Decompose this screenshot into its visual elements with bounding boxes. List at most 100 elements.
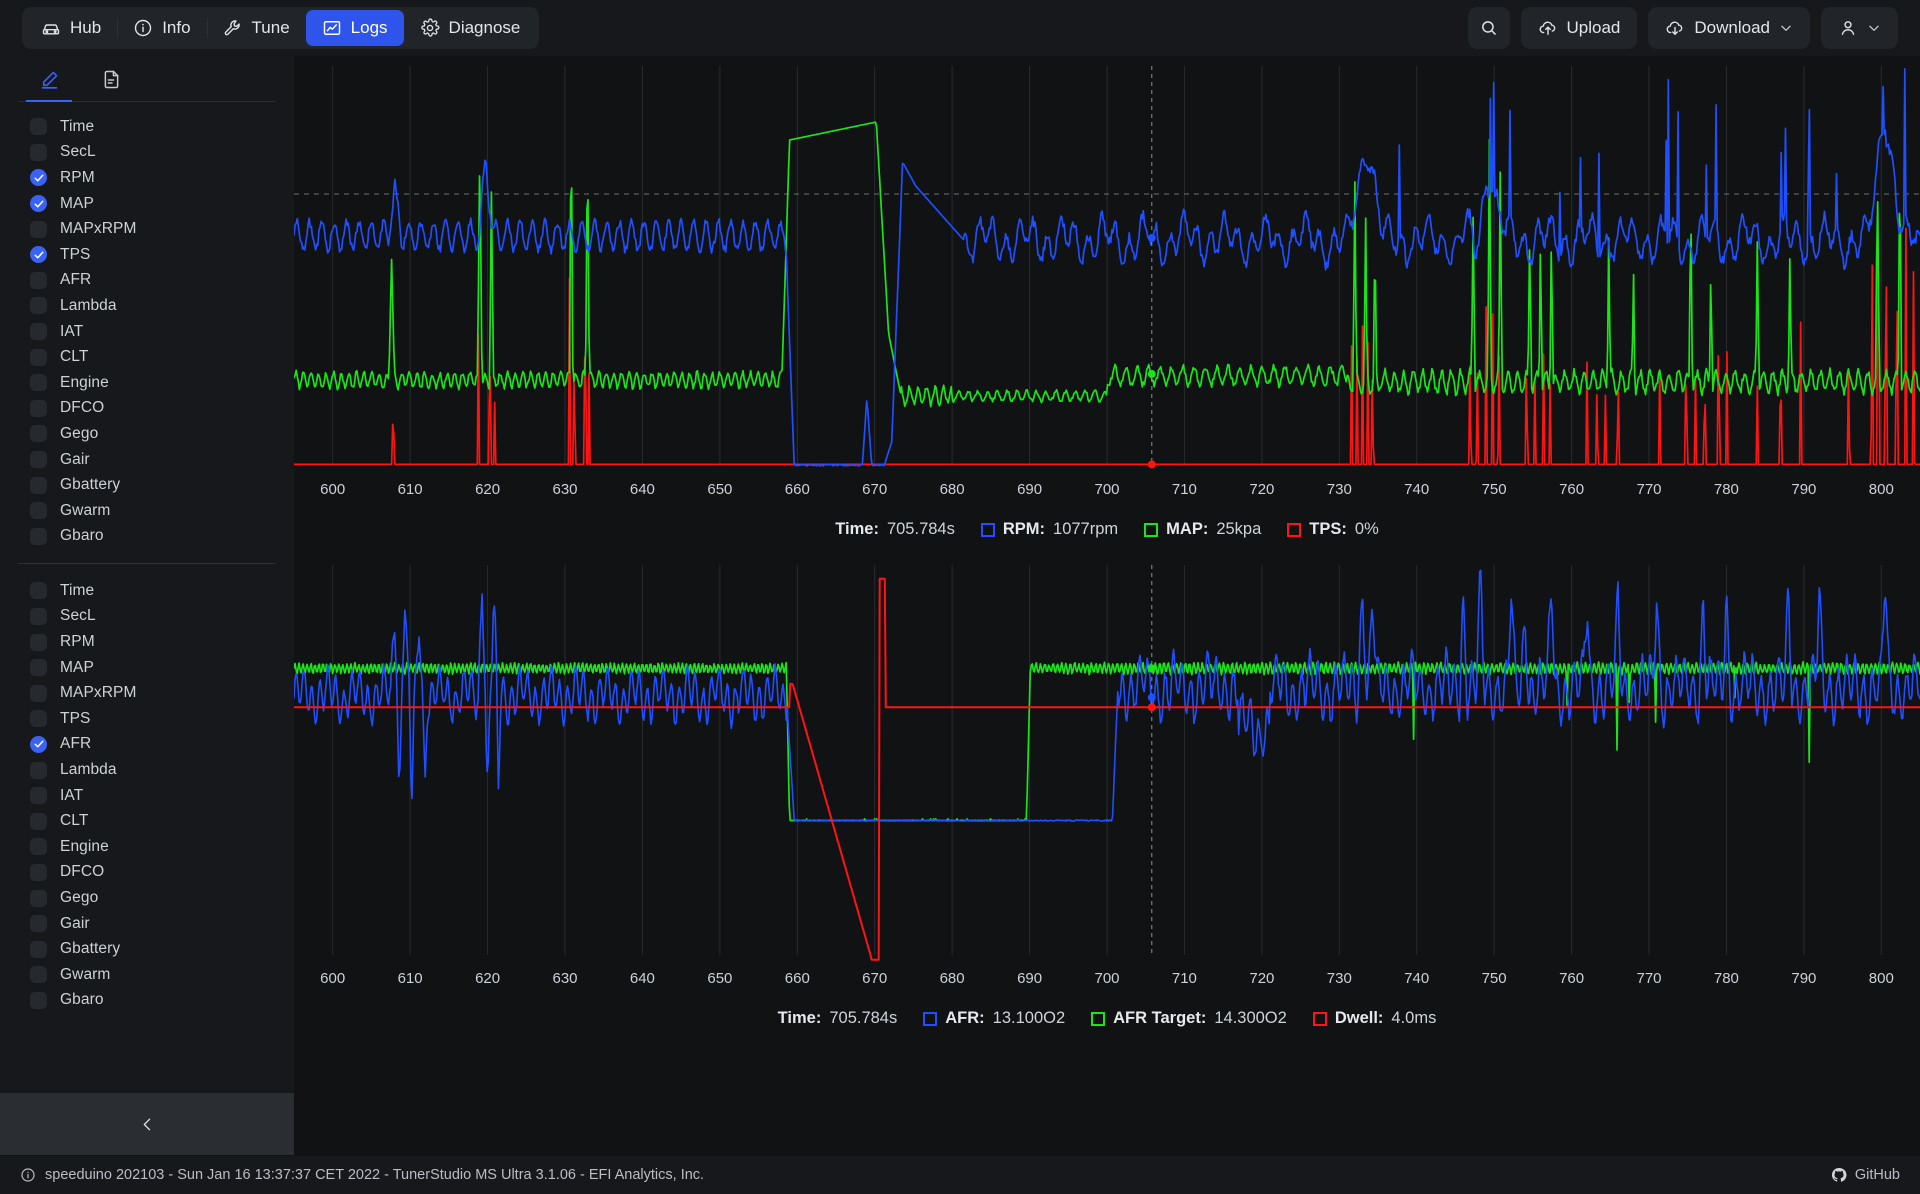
legend-item-map[interactable]: MAP: 25kpa [1144, 520, 1261, 539]
var-two-row-tps[interactable]: TPS [18, 706, 294, 732]
var-two-row-gbattery[interactable]: Gbattery [18, 936, 294, 962]
var-two-row-rpm[interactable]: RPM [18, 629, 294, 655]
var-one-row-secl[interactable]: SecL [18, 140, 294, 166]
checkbox-gbaro[interactable] [30, 527, 47, 545]
nav-item-tune[interactable]: Tune [206, 10, 306, 46]
checkbox-clt[interactable] [30, 348, 47, 366]
var-two-row-map[interactable]: MAP [18, 655, 294, 681]
checkbox-gbattery[interactable] [30, 476, 47, 494]
checkbox-time[interactable] [30, 118, 47, 136]
checkbox-engine[interactable] [30, 838, 47, 856]
nav-item-hub[interactable]: Hub [25, 10, 117, 46]
checkbox-clt[interactable] [30, 812, 47, 830]
checkbox-afr[interactable] [30, 735, 47, 753]
legend-item-afr[interactable]: AFR: 13.100O2 [923, 1009, 1065, 1028]
sidebar-collapse-button[interactable] [0, 1093, 294, 1155]
checkbox-tps[interactable] [30, 246, 47, 264]
checkbox-gair[interactable] [30, 915, 47, 933]
variable-label: TPS [60, 245, 91, 263]
checkbox-dfco[interactable] [30, 863, 47, 881]
var-two-row-dfco[interactable]: DFCO [18, 860, 294, 886]
var-one-row-map[interactable]: MAP [18, 191, 294, 217]
var-two-row-gair[interactable]: Gair [18, 911, 294, 937]
checkbox-rpm[interactable] [30, 169, 47, 187]
var-two-row-gwarm[interactable]: Gwarm [18, 962, 294, 988]
variable-label: MAP [60, 194, 94, 212]
sidebar-tab-file[interactable] [80, 57, 142, 101]
github-link[interactable]: GitHub [1831, 1167, 1900, 1183]
checkbox-map[interactable] [30, 659, 47, 677]
var-two-row-engine[interactable]: Engine [18, 834, 294, 860]
checkbox-gego[interactable] [30, 889, 47, 907]
sidebar-tab-edit[interactable] [18, 57, 80, 102]
nav-item-logs[interactable]: Logs [305, 9, 404, 46]
legend-value-tps: 0% [1354, 520, 1379, 538]
var-one-row-gbattery[interactable]: Gbattery [18, 472, 294, 498]
variable-label: IAT [60, 322, 84, 340]
checkbox-gego[interactable] [30, 425, 47, 443]
svg-text:600: 600 [320, 481, 345, 498]
var-one-row-iat[interactable]: IAT [18, 319, 294, 345]
chart-one-plot[interactable]: 600 610 620 630 640 650 660 670 680 690 700 710 720 7… [294, 56, 1920, 518]
checkbox-lambda[interactable] [30, 297, 47, 315]
legend-item-rpm[interactable]: RPM: 1077rpm [980, 520, 1118, 539]
legend-time-label-two: Time: [777, 1009, 822, 1027]
var-one-row-rpm[interactable]: RPM [18, 165, 294, 191]
checkbox-iat[interactable] [30, 323, 47, 341]
var-two-row-mapxrpm[interactable]: MAPxRPM [18, 680, 294, 706]
var-two-row-gbaro[interactable]: Gbaro [18, 988, 294, 1014]
search-button[interactable] [1467, 6, 1510, 49]
var-one-row-dfco[interactable]: DFCO [18, 396, 294, 422]
checkbox-secl[interactable] [30, 607, 47, 625]
checkbox-mapxrpm[interactable] [30, 220, 47, 238]
var-two-row-afr[interactable]: AFR [18, 732, 294, 758]
svg-text:770: 770 [1636, 481, 1661, 498]
var-two-row-iat[interactable]: IAT [18, 783, 294, 809]
checkbox-rpm[interactable] [30, 633, 47, 651]
var-one-row-gwarm[interactable]: Gwarm [18, 498, 294, 524]
var-one-row-clt[interactable]: CLT [18, 344, 294, 370]
checkbox-engine[interactable] [30, 374, 47, 392]
legend-item-tps[interactable]: TPS: 0% [1287, 520, 1379, 539]
var-one-row-gbaro[interactable]: Gbaro [18, 524, 294, 550]
user-menu-button[interactable] [1821, 6, 1898, 49]
checkbox-gwarm[interactable] [30, 502, 47, 520]
variable-label: AFR [60, 271, 92, 289]
var-one-row-afr[interactable]: AFR [18, 268, 294, 294]
checkbox-gwarm[interactable] [30, 966, 47, 984]
var-two-row-gego[interactable]: Gego [18, 885, 294, 911]
legend-item-afr-target[interactable]: AFR Target: 14.300O2 [1091, 1009, 1287, 1028]
checkbox-secl[interactable] [30, 143, 47, 161]
var-one-row-tps[interactable]: TPS [18, 242, 294, 268]
download-button[interactable]: Download [1648, 6, 1810, 49]
chart-two-plot[interactable]: 600 610 620 630 640 650 660 670 680 690 700 710 720 7… [294, 555, 1920, 1007]
checkbox-afr[interactable] [30, 271, 47, 289]
var-one-row-engine[interactable]: Engine [18, 370, 294, 396]
checkbox-dfco[interactable] [30, 399, 47, 417]
var-one-row-time[interactable]: Time [18, 114, 294, 140]
var-two-row-time[interactable]: Time [18, 578, 294, 604]
nav-item-diagnose[interactable]: Diagnose [404, 10, 537, 46]
checkbox-gbattery[interactable] [30, 940, 47, 958]
svg-text:660: 660 [785, 481, 810, 498]
legend-time-one: Time: 705.784s [835, 520, 955, 539]
var-one-row-mapxrpm[interactable]: MAPxRPM [18, 216, 294, 242]
var-two-row-secl[interactable]: SecL [18, 604, 294, 630]
var-one-row-lambda[interactable]: Lambda [18, 293, 294, 319]
checkbox-iat[interactable] [30, 787, 47, 805]
nav-item-info[interactable]: Info [117, 10, 206, 46]
legend-item-dwell[interactable]: Dwell: 4.0ms [1312, 1009, 1436, 1028]
checkbox-mapxrpm[interactable] [30, 684, 47, 702]
checkbox-map[interactable] [30, 195, 47, 213]
var-two-row-clt[interactable]: CLT [18, 808, 294, 834]
checkbox-gbaro[interactable] [30, 991, 47, 1009]
checkbox-gair[interactable] [30, 451, 47, 469]
var-one-row-gego[interactable]: Gego [18, 421, 294, 447]
checkbox-time[interactable] [30, 582, 47, 600]
checkbox-lambda[interactable] [30, 761, 47, 779]
variable-label: MAPxRPM [60, 684, 137, 702]
upload-button[interactable]: Upload [1520, 6, 1638, 49]
checkbox-tps[interactable] [30, 710, 47, 728]
var-one-row-gair[interactable]: Gair [18, 447, 294, 473]
var-two-row-lambda[interactable]: Lambda [18, 757, 294, 783]
